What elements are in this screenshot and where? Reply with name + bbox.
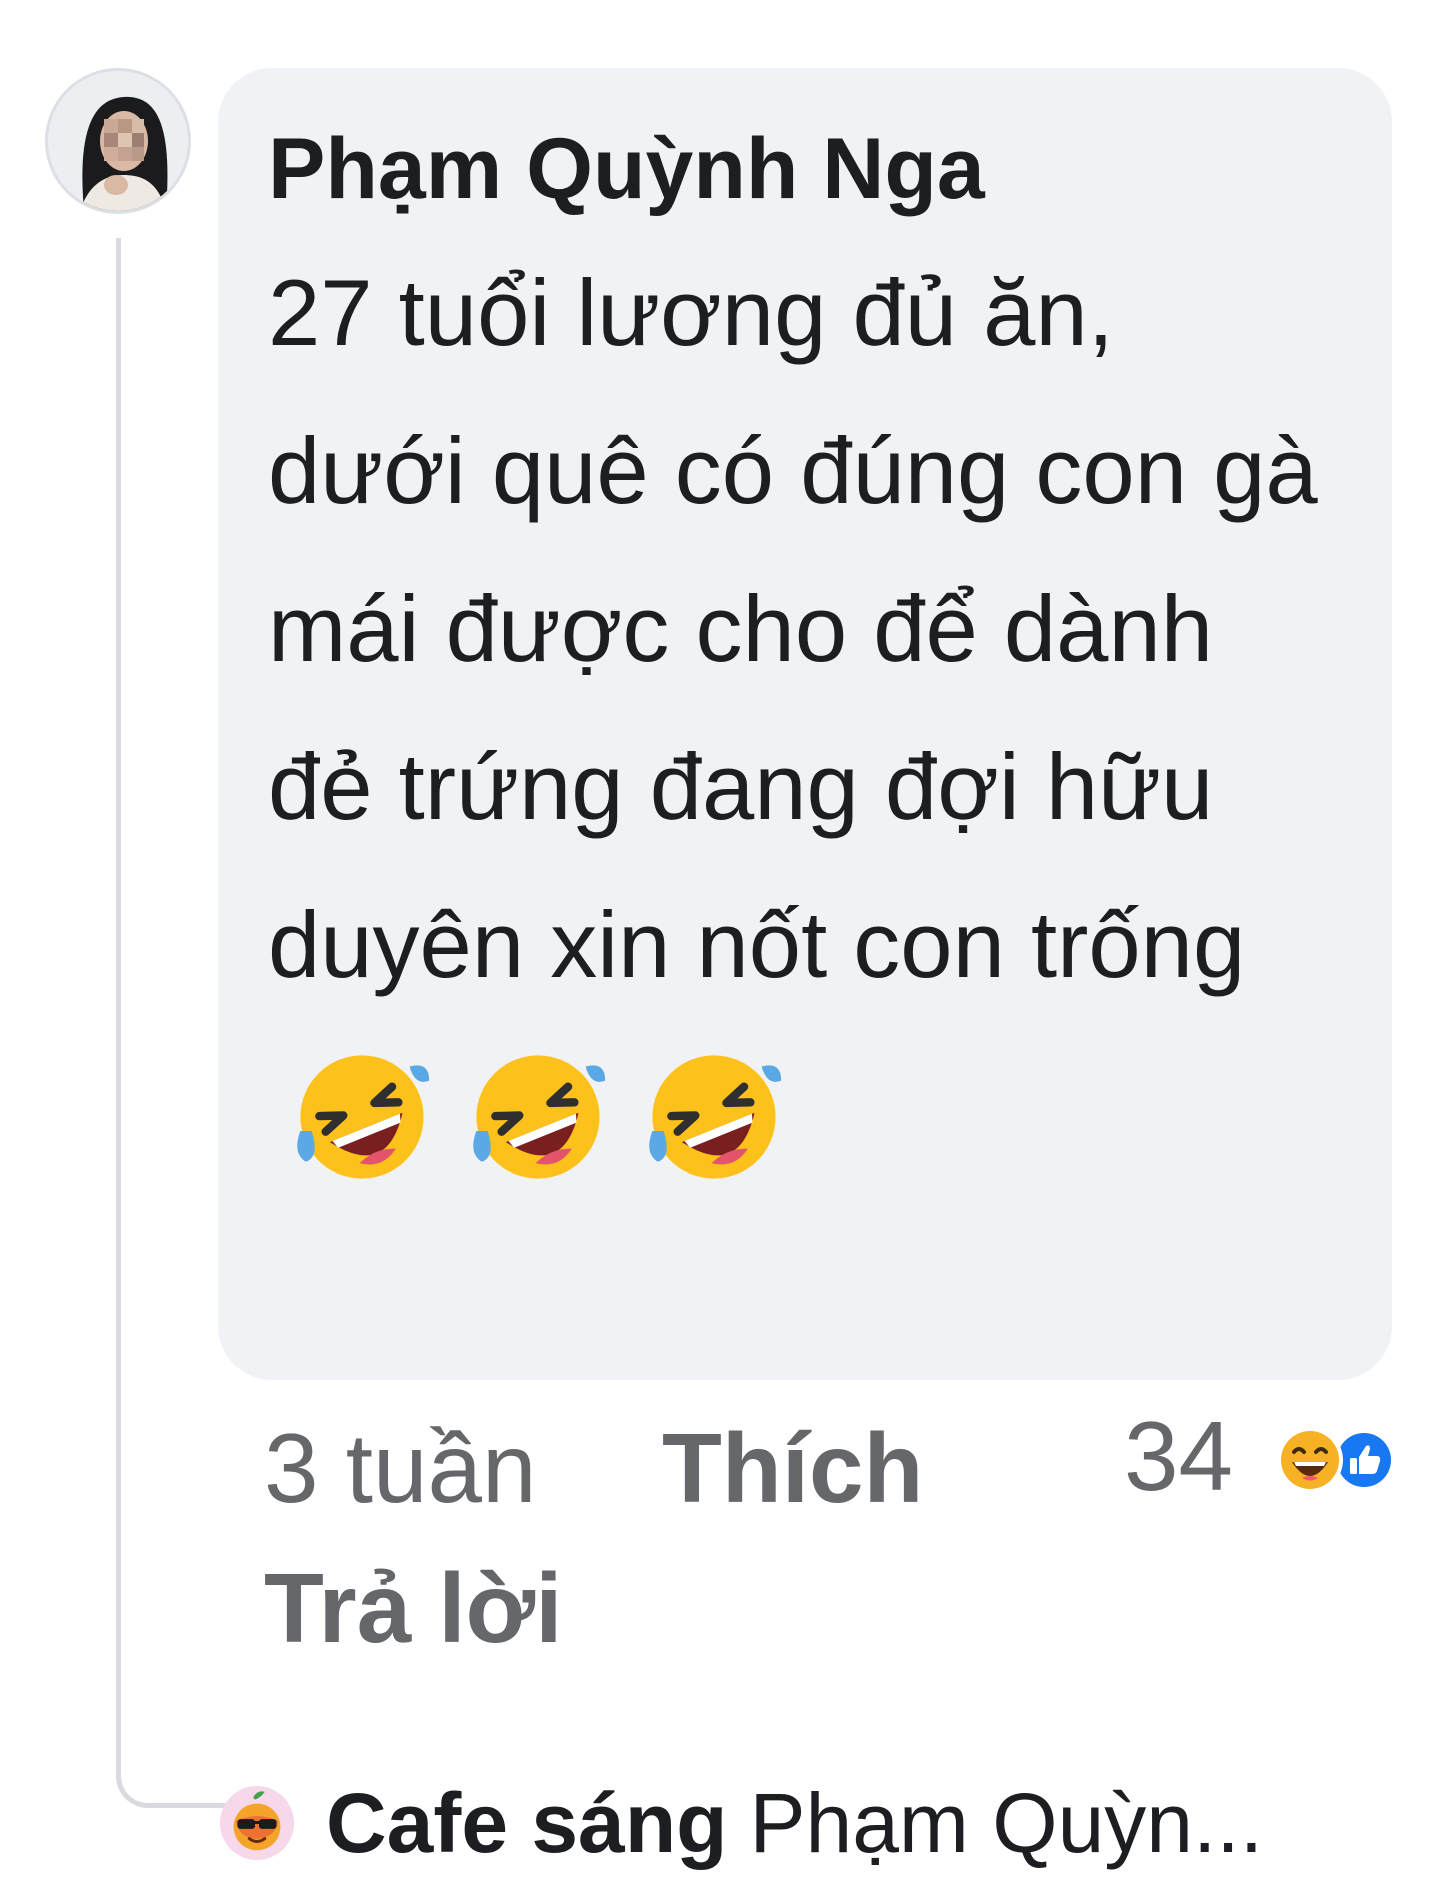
rolling-laughing-emoji-icon <box>473 1055 606 1179</box>
reaction-icons[interactable] <box>1270 1426 1400 1494</box>
emoji-group <box>292 1031 794 1189</box>
comment-text-content: 27 tuổi lương đủ ăn, dưới quê có đúng co… <box>268 260 1318 997</box>
like-button[interactable]: Thích <box>662 1408 923 1528</box>
reply-text: Phạm Quỳn... <box>749 1775 1264 1870</box>
comment-actions: 3 tuần Thích Trả lời 34 <box>264 1401 1395 1663</box>
comment-bubble: Phạm Quỳnh Nga 27 tuổi lương đủ ăn, dưới… <box>218 68 1392 1380</box>
rolling-laughing-emoji-icon <box>297 1055 430 1179</box>
reply-preview[interactable]: Cafe sáng Phạm Quỳn... <box>218 1768 1263 1878</box>
avatar-image <box>48 71 188 211</box>
comment-timestamp[interactable]: 3 tuần <box>264 1408 536 1528</box>
reply-button[interactable]: Trả lời <box>264 1548 562 1668</box>
commenter-avatar[interactable] <box>45 68 191 214</box>
comment-text: 27 tuổi lương đủ ăn, dưới quê có đúng co… <box>268 234 1328 1189</box>
comment-author[interactable]: Phạm Quỳnh Nga <box>268 114 1346 224</box>
cafe-sang-avatar <box>219 1785 295 1861</box>
reaction-count[interactable]: 34 <box>1124 1396 1233 1516</box>
rolling-laughing-emoji-icon <box>649 1055 782 1179</box>
reply-author[interactable]: Cafe sáng <box>326 1775 727 1872</box>
haha-reaction-icon <box>1277 1427 1343 1493</box>
